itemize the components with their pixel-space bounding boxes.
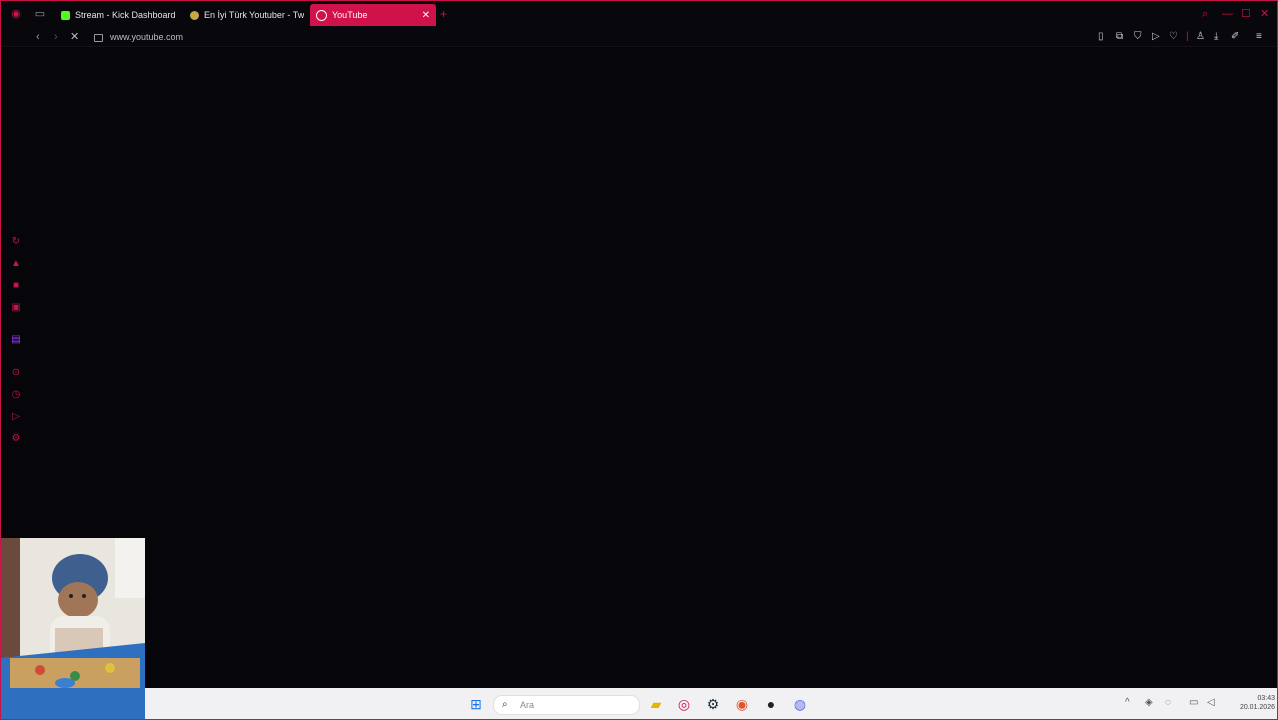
sidebar-extensions-icon[interactable]: ⊙ bbox=[10, 367, 22, 379]
heart-icon[interactable]: ♡ bbox=[1169, 31, 1178, 43]
address-bar: ‹ › ✕ www.youtube.com ▯ ⧉ ⛉ ▷ ♡ | ♙ ⤓ ✐ … bbox=[0, 28, 1278, 47]
profile-icon[interactable]: ♙ bbox=[1196, 31, 1205, 43]
opera-logo-icon[interactable]: ◉ bbox=[9, 7, 23, 21]
opera-gx-icon[interactable]: ◎ bbox=[675, 695, 693, 713]
tab-kick-dashboard[interactable]: Stream - Kick Dashboard bbox=[55, 4, 175, 26]
tab-youtube[interactable]: YouTube ✕ bbox=[310, 4, 436, 26]
webcam-overlay bbox=[0, 538, 145, 720]
sidebar-wallet-icon[interactable]: ▣ bbox=[10, 302, 22, 314]
minimize-icon[interactable]: — bbox=[1222, 8, 1233, 20]
lock-icon bbox=[94, 34, 103, 42]
youtube-icon bbox=[316, 9, 327, 21]
sidebar-send-icon[interactable]: ▷ bbox=[10, 411, 22, 423]
maximize-icon[interactable]: ☐ bbox=[1241, 8, 1251, 20]
download-icon[interactable]: ⤓ bbox=[1214, 31, 1218, 43]
clock-date: 20.01.2026 bbox=[1239, 704, 1275, 711]
kick-icon bbox=[61, 10, 70, 20]
browser-frame bbox=[0, 0, 1278, 720]
menu-icon[interactable]: ≡ bbox=[1256, 31, 1262, 43]
sidebar-pinboard-icon[interactable]: ■ bbox=[10, 280, 22, 292]
sidebar-settings-icon[interactable]: ⚙ bbox=[10, 433, 22, 445]
sidebar-clock-icon[interactable]: ◷ bbox=[10, 389, 22, 401]
sidebar-twitch-icon[interactable]: ▤ bbox=[10, 334, 22, 346]
tray-chevron-up-icon[interactable]: ^ bbox=[1125, 697, 1130, 709]
tray-volume-icon[interactable]: ◁ bbox=[1207, 697, 1215, 709]
taskbar-clock[interactable]: 03:43 20.01.2026 bbox=[1225, 694, 1275, 712]
chrome-icon[interactable]: ◉ bbox=[733, 695, 751, 713]
tab-label: YouTube bbox=[332, 10, 368, 20]
discord-icon[interactable]: ◍ bbox=[791, 695, 809, 713]
close-icon[interactable]: ✕ bbox=[422, 10, 430, 21]
file-explorer-icon[interactable]: ▰ bbox=[647, 695, 665, 713]
tab-bar: ◉ ▭ Stream - Kick Dashboard En İyi Türk … bbox=[0, 0, 1278, 28]
app-icon[interactable]: ● bbox=[762, 695, 780, 713]
back-icon[interactable]: ‹ bbox=[36, 30, 40, 44]
sidebar-history-icon[interactable]: ↻ bbox=[10, 236, 22, 248]
aria-ai-icon[interactable]: ✐ bbox=[1231, 31, 1239, 43]
windows-start-icon[interactable]: ⊞ bbox=[467, 695, 485, 713]
tab-turk-youtuber[interactable]: En İyi Türk Youtuber - Tw bbox=[184, 4, 304, 26]
url-field[interactable]: www.youtube.com bbox=[110, 31, 183, 43]
taskbar-search[interactable]: ⌕ Ara bbox=[493, 695, 640, 715]
tray-network-icon[interactable]: ◌ bbox=[1165, 697, 1171, 709]
search-placeholder: Ara bbox=[520, 700, 535, 710]
taskbar: ⊞ ⌕ Ara ▰ ◎ ⚙ ◉ ● ◍ ^ ◈ ◌ ▭ ◁ 03:43 20.0… bbox=[145, 688, 1278, 720]
tab-label: En İyi Türk Youtuber - Tw bbox=[204, 10, 304, 20]
new-tab-icon[interactable]: + bbox=[440, 8, 447, 20]
snapshot-icon[interactable]: ⧉ bbox=[1116, 31, 1123, 43]
forward-icon[interactable]: › bbox=[54, 30, 58, 44]
tweet-icon bbox=[190, 10, 199, 20]
search-tabs-icon[interactable]: ⌕ bbox=[1202, 8, 1208, 20]
play-icon[interactable]: ▷ bbox=[1152, 31, 1160, 43]
webcam-image bbox=[0, 538, 145, 720]
stop-icon[interactable]: ✕ bbox=[70, 30, 79, 44]
tab-menu-icon[interactable]: ▭ bbox=[33, 7, 47, 21]
window-close-icon[interactable]: ✕ bbox=[1260, 8, 1269, 20]
tray-app-icon[interactable]: ◈ bbox=[1145, 697, 1153, 709]
sidebar-bookmarks-icon[interactable]: ▲ bbox=[10, 258, 22, 270]
clock-time: 03:43 bbox=[1257, 695, 1275, 702]
tab-label: Stream - Kick Dashboard bbox=[75, 10, 175, 20]
shield-icon[interactable]: ⛉ bbox=[1134, 31, 1142, 43]
bookmark-icon[interactable]: ▯ bbox=[1098, 31, 1104, 43]
divider-icon: | bbox=[1186, 31, 1189, 42]
tray-display-icon[interactable]: ▭ bbox=[1189, 697, 1198, 709]
steam-icon[interactable]: ⚙ bbox=[704, 695, 722, 713]
search-icon: ⌕ bbox=[502, 699, 508, 710]
